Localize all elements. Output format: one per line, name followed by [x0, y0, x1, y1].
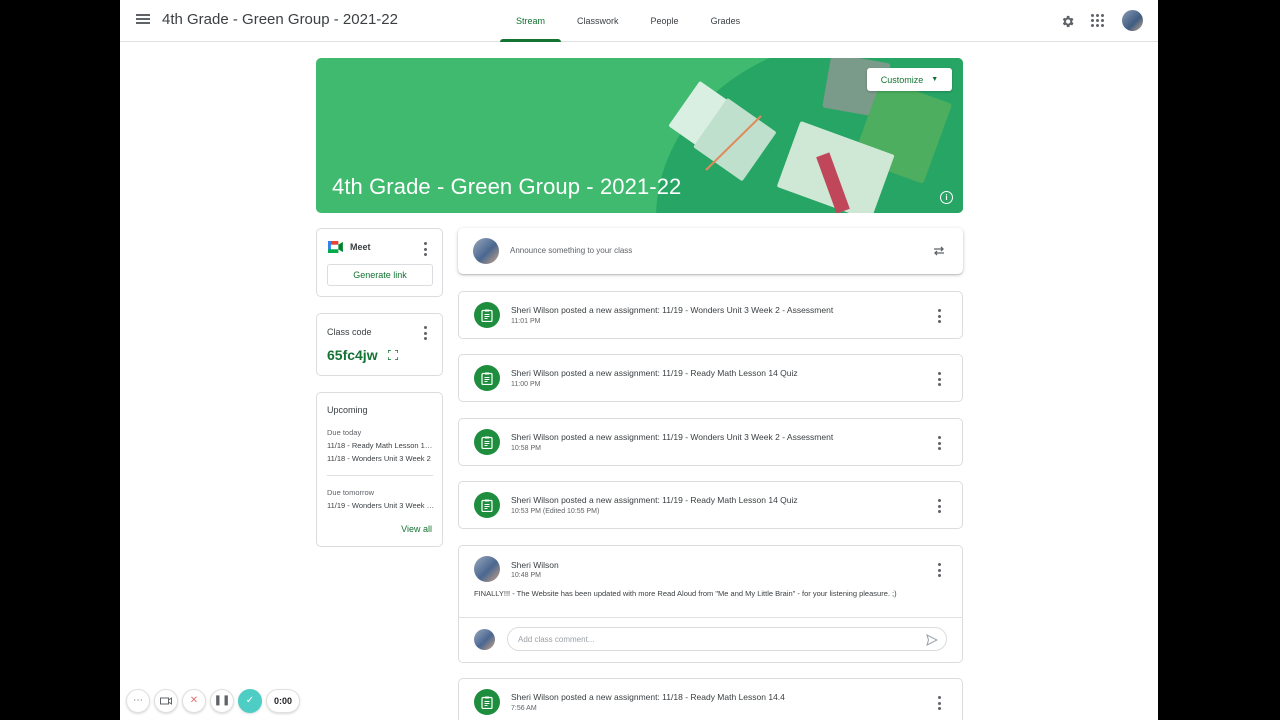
tab-stream[interactable]: Stream [500, 0, 562, 42]
meet-card: Meet Generate link [316, 228, 443, 297]
tab-people[interactable]: People [635, 0, 695, 42]
upcoming-item[interactable]: 11/18 - Ready Math Lesson 14.4 [327, 441, 435, 450]
stream-post[interactable]: Sheri Wilson posted a new assignment: 11… [458, 678, 963, 720]
classroom-app: 4th Grade - Green Group - 2021-22 Stream… [120, 0, 1158, 720]
assignment-icon [474, 365, 500, 391]
stream-post[interactable]: Sheri Wilson posted a new assignment: 11… [458, 481, 963, 529]
meet-icon [328, 241, 343, 253]
post-time: 7:56 AM [511, 705, 537, 712]
post-title: Sheri Wilson posted a new assignment: 11… [511, 432, 834, 442]
generate-link-button[interactable]: Generate link [327, 264, 433, 286]
announce-placeholder[interactable]: Announce something to your class [510, 246, 632, 255]
due-today-label: Due today [327, 428, 362, 437]
more-vert-icon[interactable] [423, 326, 427, 340]
post-time: 10:53 PM (Edited 10:55 PM) [511, 508, 600, 515]
more-vert-icon[interactable] [937, 499, 941, 513]
comment-input[interactable]: Add class comment... [507, 627, 947, 651]
comment-placeholder: Add class comment... [518, 634, 595, 644]
tab-classwork[interactable]: Classwork [561, 0, 635, 42]
post-time: 10:58 PM [511, 445, 541, 452]
more-vert-icon[interactable] [423, 242, 427, 256]
post-time: 10:48 PM [511, 572, 541, 579]
announce-box[interactable]: Announce something to your class [458, 228, 963, 274]
avatar [474, 556, 500, 582]
top-bar: 4th Grade - Green Group - 2021-22 Stream… [120, 0, 1158, 42]
send-icon[interactable] [926, 634, 938, 646]
post-title: Sheri Wilson posted a new assignment: 11… [511, 368, 798, 378]
meet-title: Meet [350, 242, 371, 252]
post-title: Sheri Wilson posted a new assignment: 11… [511, 495, 798, 505]
avatar [474, 629, 495, 650]
post-time: 11:00 PM [511, 381, 541, 388]
info-icon[interactable]: i [940, 191, 953, 204]
assignment-icon [474, 689, 500, 715]
fullscreen-icon[interactable] [388, 350, 398, 360]
repost-icon[interactable] [932, 244, 946, 258]
recording-timer: 0:00 [266, 688, 301, 713]
recorder-menu-icon[interactable]: ⋯ [126, 688, 150, 713]
customize-label: Customize [880, 74, 924, 85]
upcoming-card: Upcoming Due today 11/18 - Ready Math Le… [316, 392, 443, 547]
tab-bar: Stream Classwork People Grades [500, 0, 756, 42]
account-avatar[interactable] [1122, 10, 1143, 31]
post-title: Sheri Wilson posted a new assignment: 11… [511, 305, 834, 315]
class-title[interactable]: 4th Grade - Green Group - 2021-22 [162, 11, 398, 28]
assignment-icon [474, 429, 500, 455]
class-code-label: Class code [327, 327, 372, 337]
stream-post[interactable]: Sheri Wilson posted a new assignment: 11… [458, 354, 963, 402]
gear-icon[interactable] [1058, 12, 1076, 30]
caret-down-icon: ▼ [931, 76, 939, 83]
post-time: 11:01 PM [511, 318, 541, 325]
post-title: Sheri Wilson posted a new assignment: 11… [511, 692, 785, 702]
apps-grid-icon[interactable] [1091, 14, 1104, 27]
camera-off-icon[interactable] [154, 688, 178, 713]
divider [459, 617, 962, 618]
more-vert-icon[interactable] [937, 696, 941, 710]
class-code-card: Class code 65fc4jw [316, 313, 443, 376]
assignment-icon [474, 492, 500, 518]
finish-recording-icon[interactable]: ✓ [238, 688, 262, 713]
view-all-link[interactable]: View all [401, 524, 432, 534]
avatar [473, 238, 499, 264]
screen-recorder-controls: ⋯ ✕ ❚❚ ✓ 0:00 [126, 688, 301, 713]
divider [327, 475, 433, 476]
tab-grades[interactable]: Grades [695, 0, 757, 42]
menu-icon[interactable] [134, 11, 152, 29]
upcoming-title: Upcoming [327, 405, 368, 415]
customize-button[interactable]: Customize ▼ [867, 68, 952, 91]
assignment-icon [474, 302, 500, 328]
more-vert-icon[interactable] [937, 563, 941, 577]
more-vert-icon[interactable] [937, 372, 941, 386]
post-body: FINALLY!!! - The Website has been update… [474, 589, 897, 598]
banner-title: 4th Grade - Green Group - 2021-22 [332, 174, 682, 199]
stream-post[interactable]: Sheri Wilson posted a new assignment: 11… [458, 291, 963, 339]
upcoming-item[interactable]: 11/18 - Wonders Unit 3 Week 2 [327, 454, 435, 463]
pause-icon[interactable]: ❚❚ [210, 688, 234, 713]
cancel-recording-icon[interactable]: ✕ [182, 688, 206, 713]
stream-post[interactable]: Sheri Wilson posted a new assignment: 11… [458, 418, 963, 466]
post-author: Sheri Wilson [511, 560, 559, 570]
more-vert-icon[interactable] [937, 436, 941, 450]
announcement-post: Sheri Wilson 10:48 PM FINALLY!!! - The W… [458, 545, 963, 663]
upcoming-item[interactable]: 11/19 - Wonders Unit 3 Week 2 - Assessme… [327, 501, 435, 510]
due-tomorrow-label: Due tomorrow [327, 488, 375, 497]
class-banner: 4th Grade - Green Group - 2021-22 Custom… [316, 58, 963, 213]
class-code-value: 65fc4jw [327, 347, 378, 363]
more-vert-icon[interactable] [937, 309, 941, 323]
